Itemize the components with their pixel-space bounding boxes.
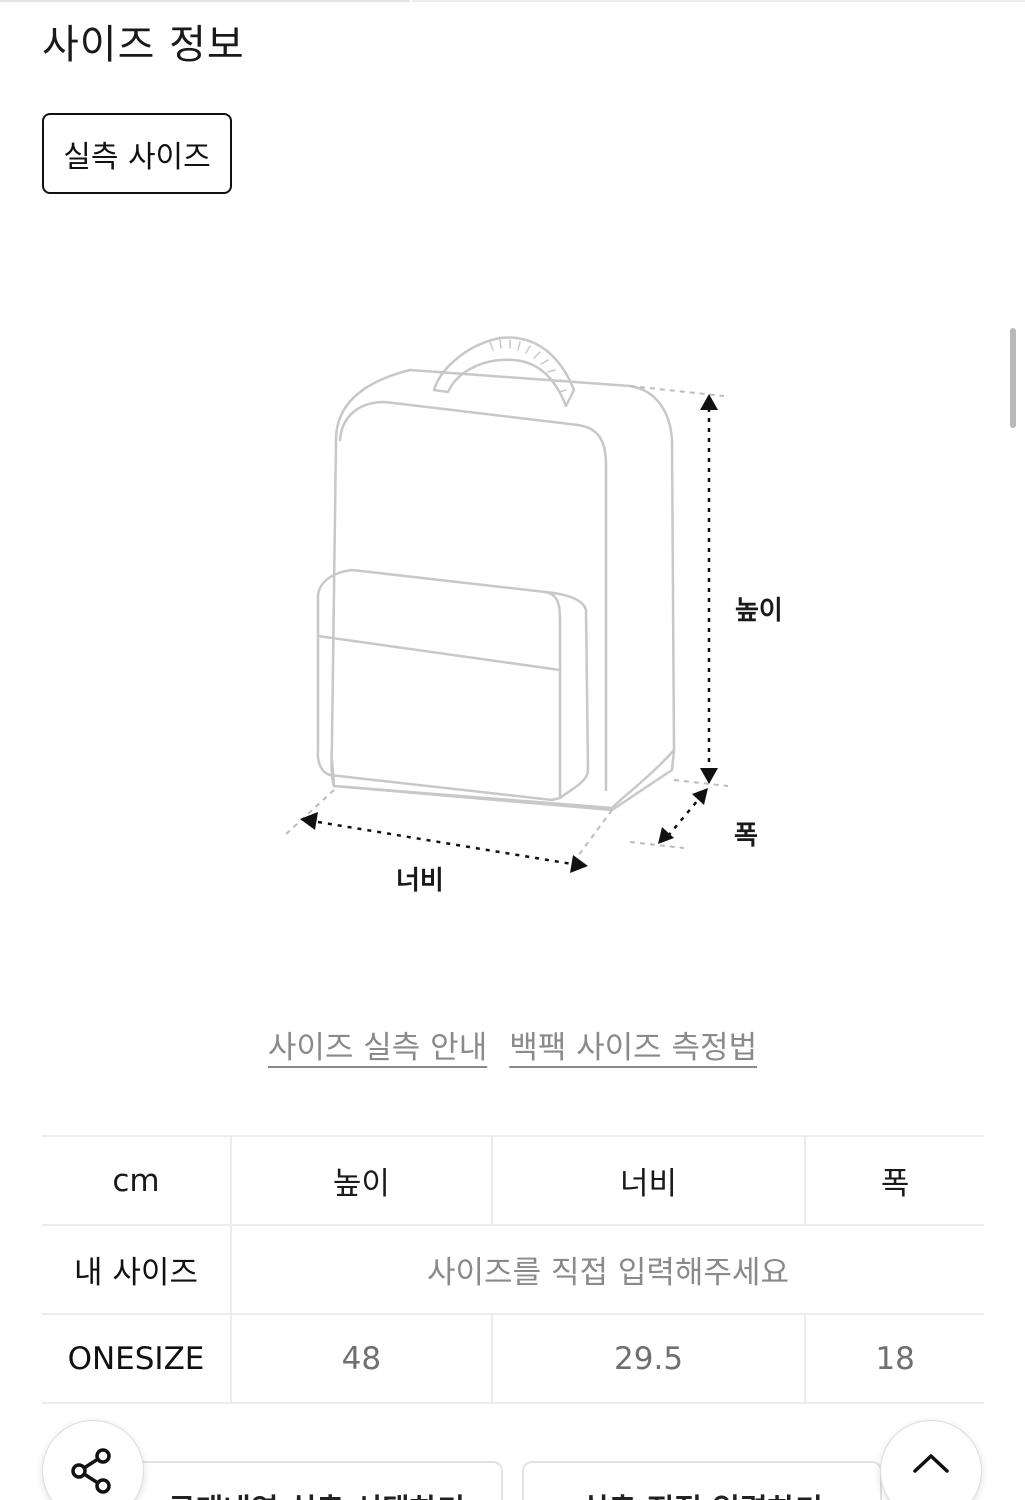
width-label: 너비 (396, 866, 444, 896)
size-name: ONESIZE (42, 1313, 231, 1404)
select-purchase-size-button[interactable]: 구매내역 실측 선택하기 (130, 1461, 503, 1500)
column-header: 폭 (804, 1135, 984, 1226)
top-divider-right (412, 0, 1025, 2)
my-size-input[interactable]: 사이즈를 직접 입력해주세요 (230, 1224, 984, 1315)
enter-size-button[interactable]: 실측 직접 입력하기 (522, 1461, 882, 1500)
table-cell: 48 (230, 1313, 492, 1404)
column-header: 높이 (230, 1135, 492, 1226)
unit-header: cm (42, 1135, 231, 1226)
table-row: ONESIZE 48 29.5 18 (42, 1313, 984, 1404)
tab-actual-size-label: 실측 사이즈 (63, 139, 211, 175)
backpack-illustration (284, 336, 729, 873)
table-cell: 29.5 (490, 1313, 806, 1404)
chevron-up-icon (913, 1454, 949, 1473)
scroll-top-button[interactable] (880, 1420, 982, 1500)
backpack-size-diagram: 높이 너비 폭 (0, 230, 1025, 950)
table-header-row: cm 높이 너비 폭 (42, 1135, 984, 1226)
backpack-measure-link[interactable]: 백팩 사이즈 측정법 (509, 1022, 757, 1072)
table-cell: 18 (804, 1313, 984, 1404)
size-table: cm 높이 너비 폭 내 사이즈 사이즈를 직접 입력해주세요 ONESIZE … (42, 1135, 984, 1404)
size-guide-link[interactable]: 사이즈 실측 안내 (268, 1022, 487, 1072)
column-header: 너비 (490, 1135, 806, 1226)
height-label: 높이 (735, 596, 783, 626)
depth-label: 폭 (734, 821, 758, 851)
share-button[interactable] (42, 1420, 144, 1500)
size-guide-links: 사이즈 실측 안내 백팩 사이즈 측정법 (0, 1022, 1025, 1072)
my-size-row: 내 사이즈 사이즈를 직접 입력해주세요 (42, 1224, 984, 1315)
section-title: 사이즈 정보 (42, 22, 245, 68)
tab-actual-size[interactable]: 실측 사이즈 (42, 113, 232, 194)
share-icon (71, 1448, 111, 1494)
my-size-label: 내 사이즈 (42, 1224, 231, 1315)
top-divider-left (0, 0, 410, 2)
